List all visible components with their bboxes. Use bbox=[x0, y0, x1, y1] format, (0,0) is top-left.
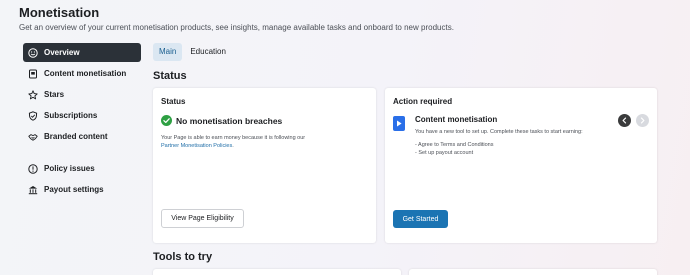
partner-policies-link[interactable]: Partner Monetisation Policies bbox=[161, 143, 232, 149]
sidebar-item-label: Stars bbox=[44, 90, 65, 99]
previous-button[interactable] bbox=[618, 114, 631, 127]
action-item-description: You have a new tool to set up. Complete … bbox=[415, 129, 583, 135]
task-item: - Set up payout account bbox=[415, 150, 474, 156]
action-item-title: Content monetisation bbox=[415, 115, 498, 124]
status-card: Status No monetisation breaches Your Pag… bbox=[153, 88, 376, 243]
tab-main[interactable]: Main bbox=[153, 43, 183, 61]
content-monetisation-icon bbox=[393, 116, 405, 131]
sidebar-item-label: Content monetisation bbox=[44, 69, 127, 78]
smiley-icon bbox=[28, 47, 38, 58]
page-subtitle: Get an overview of your current monetisa… bbox=[19, 23, 454, 32]
sidebar: Overview Content monetisation Stars Subs… bbox=[23, 43, 141, 201]
sidebar-item-overview[interactable]: Overview bbox=[23, 43, 141, 62]
sidebar-item-label: Branded content bbox=[44, 132, 108, 141]
status-description-line: Your Page is able to earn money because … bbox=[161, 135, 306, 141]
sidebar-item-label: Overview bbox=[44, 48, 80, 57]
sidebar-item-branded-content[interactable]: Branded content bbox=[23, 127, 141, 146]
sidebar-item-stars[interactable]: Stars bbox=[23, 85, 141, 104]
tools-section-heading: Tools to try bbox=[153, 251, 213, 263]
chevron-right-icon bbox=[640, 117, 645, 124]
status-description-line-2: Partner Monetisation Policies. bbox=[161, 142, 305, 150]
tab-bar: Main Education bbox=[153, 43, 663, 61]
next-button[interactable] bbox=[636, 114, 649, 127]
status-card-title: Status bbox=[161, 97, 186, 106]
page-header: Monetisation Get an overview of your cur… bbox=[19, 5, 679, 32]
tool-card[interactable] bbox=[153, 269, 401, 275]
view-page-eligibility-button[interactable]: View Page Eligibility bbox=[161, 209, 244, 228]
sidebar-item-label: Subscriptions bbox=[44, 111, 98, 120]
page-title: Monetisation bbox=[19, 5, 100, 20]
get-started-button[interactable]: Get Started bbox=[393, 210, 448, 228]
content-icon bbox=[28, 69, 38, 79]
status-check-label: No monetisation breaches bbox=[176, 115, 283, 126]
handshake-icon bbox=[28, 132, 38, 142]
status-description: Your Page is able to earn money because … bbox=[161, 134, 305, 150]
star-icon bbox=[28, 89, 38, 100]
chevron-left-icon bbox=[622, 117, 627, 124]
check-circle-icon bbox=[161, 115, 172, 126]
action-card-title: Action required bbox=[393, 97, 453, 106]
bank-icon bbox=[28, 185, 38, 195]
sidebar-item-label: Payout settings bbox=[44, 185, 104, 194]
status-link-suffix: . bbox=[232, 143, 234, 149]
shield-icon bbox=[28, 110, 38, 121]
task-item: - Agree to Terms and Conditions bbox=[415, 142, 494, 148]
alert-icon bbox=[28, 163, 38, 174]
sidebar-item-payout-settings[interactable]: Payout settings bbox=[23, 180, 141, 199]
sidebar-item-content-monetisation[interactable]: Content monetisation bbox=[23, 64, 141, 83]
task-list: - Agree to Terms and Conditions - Set up… bbox=[415, 141, 493, 157]
status-section-heading: Status bbox=[153, 70, 187, 82]
tool-card[interactable] bbox=[409, 269, 657, 275]
sidebar-item-label: Policy issues bbox=[44, 164, 95, 173]
action-required-card: Action required Content monetisation You… bbox=[385, 88, 657, 243]
status-check-row: No monetisation breaches bbox=[161, 115, 282, 126]
sidebar-item-policy-issues[interactable]: Policy issues bbox=[23, 159, 141, 178]
sidebar-item-subscriptions[interactable]: Subscriptions bbox=[23, 106, 141, 125]
tab-education[interactable]: Education bbox=[184, 43, 232, 61]
main-content: Main Education Status bbox=[153, 43, 663, 82]
